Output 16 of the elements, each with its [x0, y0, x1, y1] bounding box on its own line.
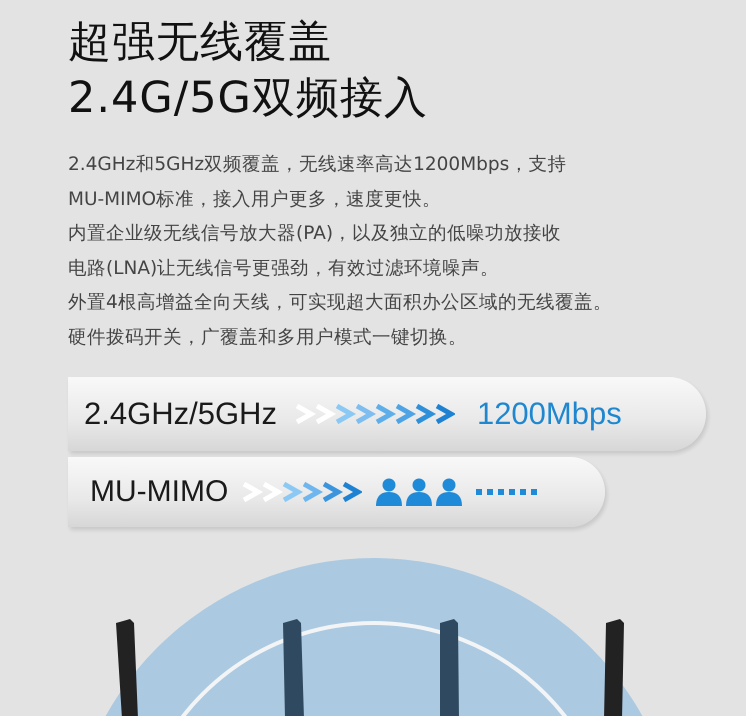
person-icon [436, 478, 462, 506]
headline: 超强无线覆盖 [68, 16, 333, 69]
headline: 2.4G/5G双频接入 [68, 72, 429, 125]
description-line: 内置企业级无线信号放大器(PA)，以及独立的低噪功放接收 [68, 222, 562, 246]
description-line: MU-MIMO标准，接入用户更多，速度更快。 [68, 188, 442, 212]
description-line: 电路(LNA)让无线信号更强劲，有效过滤环境噪声。 [68, 256, 500, 280]
mimo-label: MU-MIMO [90, 475, 228, 509]
person-icon [376, 478, 402, 506]
chevrons-icon [294, 402, 455, 426]
description-line: 2.4GHz和5GHz双频覆盖，无线速率高达1200Mbps，支持 [68, 153, 568, 177]
description-line: 硬件拨码开关，广覆盖和多用户模式一键切换。 [68, 326, 468, 350]
speed-value: 1200Mbps [476, 396, 622, 432]
band-label: 2.4GHz/5GHz [84, 396, 277, 432]
chevrons-icon [242, 480, 362, 504]
description-line: 外置4根高增益全向天线，可实现超大面积办公区域的无线覆盖。 [68, 291, 613, 315]
person-icon [406, 478, 432, 506]
